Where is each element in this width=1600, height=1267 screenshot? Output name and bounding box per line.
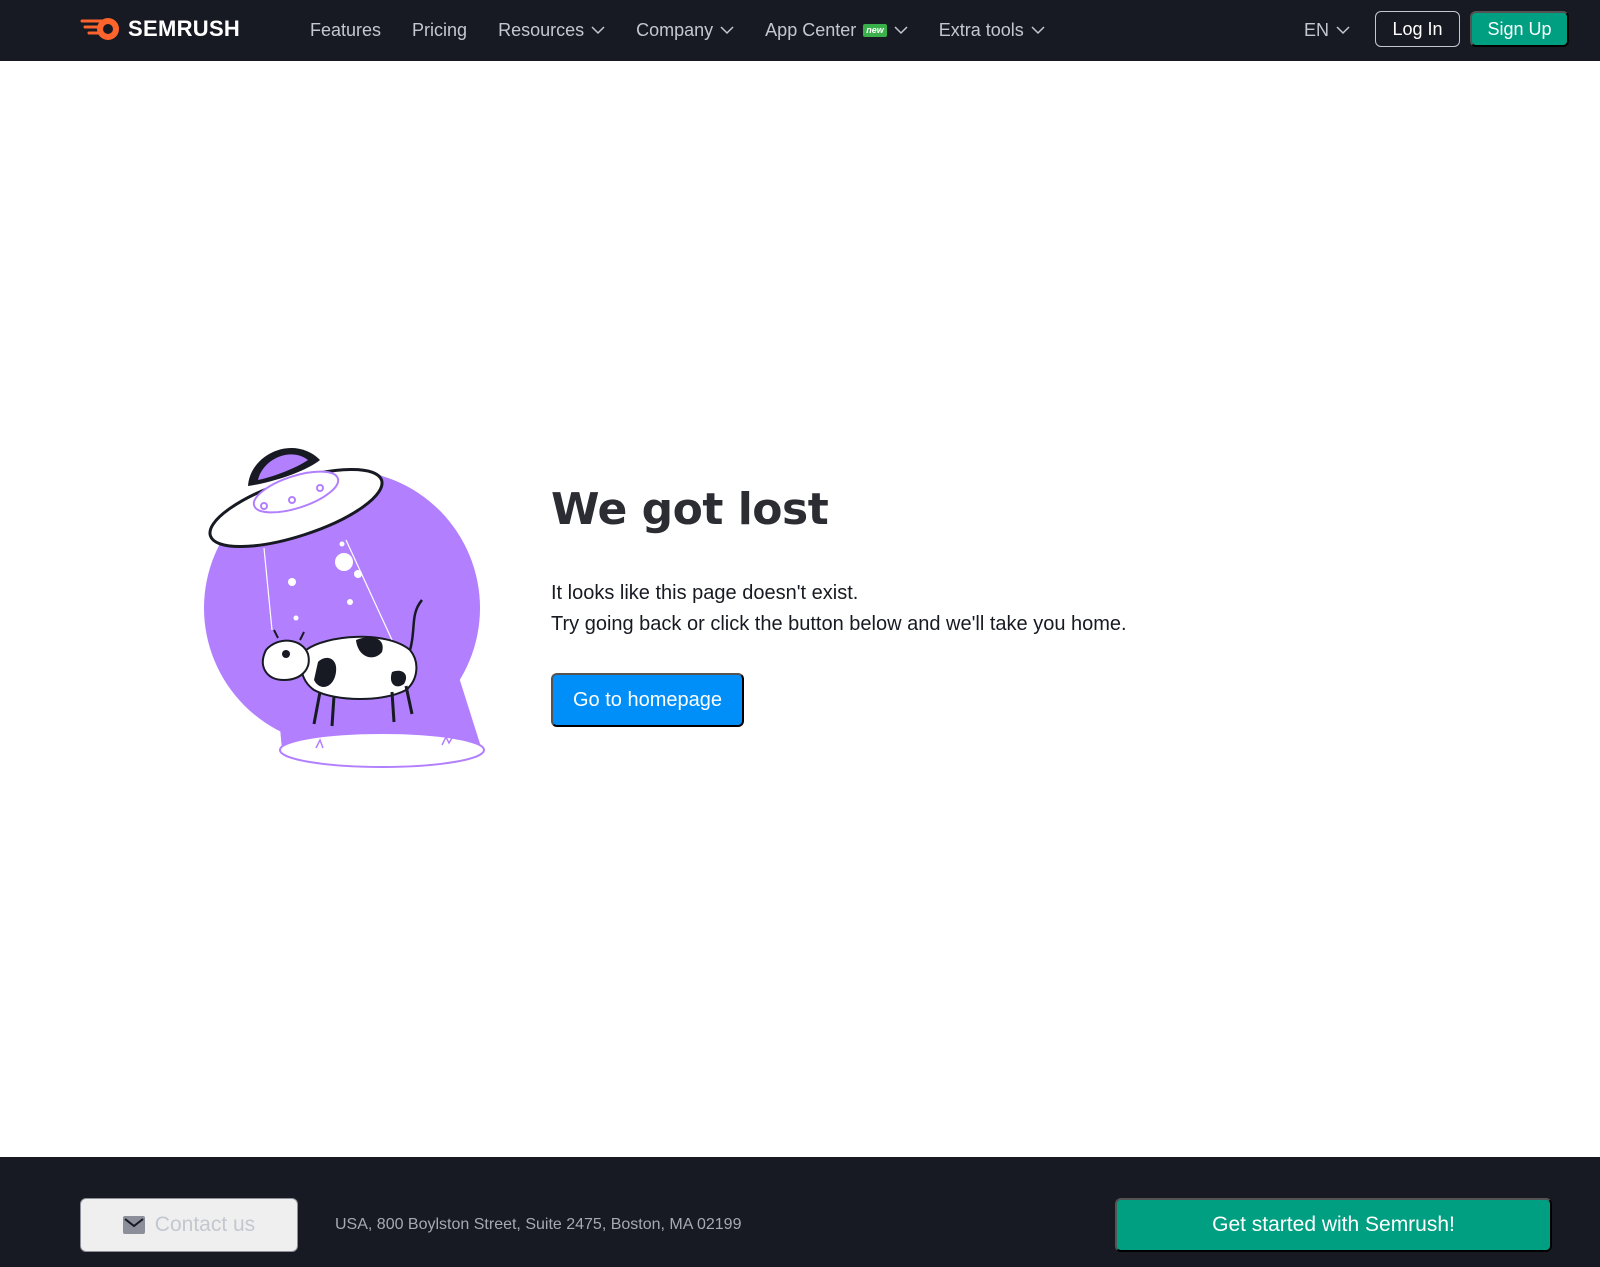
top-navigation-bar: SEMRUSH Features Pricing Resources Compa… [0, 0, 1600, 61]
contact-us-button[interactable]: Contact us [80, 1198, 298, 1252]
nav-item-resources[interactable]: Resources [498, 20, 605, 41]
mail-icon [122, 1216, 145, 1234]
language-label: EN [1304, 20, 1330, 40]
company-address: USA, 800 Boylston Street, Suite 2475, Bo… [335, 1216, 742, 1233]
chevron-down-icon [591, 26, 605, 35]
nav-item-label: Pricing [412, 20, 468, 40]
description-line-2: Try going back or click the button below… [551, 613, 1127, 635]
nav-item-label: Company [636, 20, 714, 40]
ufo-cow-illustration [204, 448, 485, 768]
logo-wordmark: SEMRUSH [128, 16, 241, 41]
language-selector[interactable]: EN [1304, 0, 1350, 61]
chevron-down-icon [1031, 26, 1045, 35]
page-title: We got lost [551, 484, 829, 535]
nav-item-pricing[interactable]: Pricing [412, 20, 467, 41]
nav-item-label: App Center [765, 20, 857, 40]
chevron-down-icon [1336, 26, 1350, 35]
page-description: It looks like this page doesn't exist. T… [551, 578, 1127, 640]
contact-us-label: Contact us [154, 1213, 256, 1236]
get-started-button[interactable]: Get started with Semrush! [1115, 1198, 1552, 1252]
chevron-down-icon [720, 26, 734, 35]
nav-item-app-center[interactable]: App Center new [765, 20, 908, 41]
new-badge: new [863, 24, 887, 37]
description-line-1: It looks like this page doesn't exist. [551, 582, 859, 604]
nav-item-label: Extra tools [938, 20, 1024, 40]
semrush-logo-link[interactable]: SEMRUSH [80, 14, 240, 44]
signup-button[interactable]: Sign Up [1470, 11, 1569, 47]
main-nav: Features Pricing Resources Company App C… [310, 0, 1076, 61]
nav-item-label: Resources [498, 20, 585, 40]
nav-item-features[interactable]: Features [310, 20, 381, 41]
go-to-homepage-button[interactable]: Go to homepage [551, 673, 744, 727]
chevron-down-icon [894, 26, 908, 35]
nav-item-extra-tools[interactable]: Extra tools [939, 20, 1045, 41]
footer: Contact us USA, 800 Boylston Street, Sui… [0, 1157, 1600, 1267]
nav-item-label: Features [310, 20, 382, 40]
login-button[interactable]: Log In [1375, 11, 1460, 47]
semrush-logo-icon [80, 18, 119, 40]
nav-item-company[interactable]: Company [636, 20, 734, 41]
